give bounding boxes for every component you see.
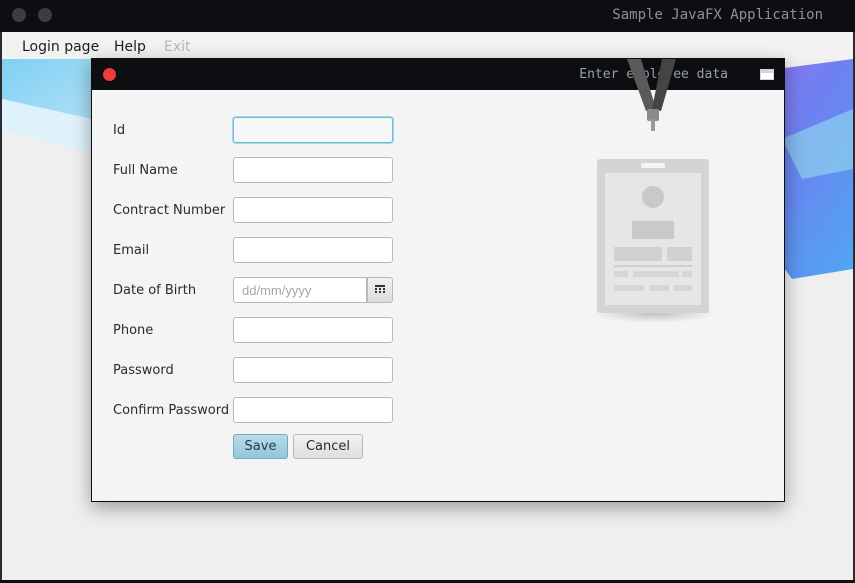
menu-login-page[interactable]: Login page — [22, 39, 99, 55]
label-confirm-password: Confirm Password — [113, 403, 230, 418]
window-close-icon[interactable] — [12, 8, 26, 22]
cancel-button[interactable]: Cancel — [293, 434, 363, 459]
label-date-of-birth: Date of Birth — [113, 283, 197, 298]
email-input[interactable] — [233, 237, 393, 263]
maximize-icon[interactable] — [760, 69, 774, 80]
date-of-birth-input[interactable] — [233, 277, 367, 303]
calendar-button[interactable] — [367, 277, 393, 303]
app-titlebar: Sample JavaFX Application — [0, 0, 855, 32]
label-full-name: Full Name — [113, 163, 178, 178]
window-left-edge — [0, 32, 2, 583]
menubar: Login page Help Exit — [2, 32, 853, 60]
label-id: Id — [113, 123, 126, 138]
full-name-input[interactable] — [233, 157, 393, 183]
phone-input[interactable] — [233, 317, 393, 343]
menu-help[interactable]: Help — [114, 39, 146, 55]
contract-number-input[interactable] — [233, 197, 393, 223]
window-minimize-icon[interactable] — [38, 8, 52, 22]
app-title: Sample JavaFX Application — [612, 7, 823, 23]
label-email: Email — [113, 243, 150, 258]
id-input[interactable] — [233, 117, 393, 143]
label-phone: Phone — [113, 323, 154, 338]
id-badge-icon — [592, 59, 716, 323]
calendar-icon — [375, 285, 385, 293]
label-contract-number: Contract Number — [113, 203, 226, 218]
employee-dialog: Enter employee data Id Full Name Contrac… — [91, 58, 785, 502]
confirm-password-input[interactable] — [233, 397, 393, 423]
menu-exit: Exit — [164, 39, 191, 55]
label-password: Password — [113, 363, 174, 378]
close-icon[interactable] — [103, 68, 116, 81]
save-button[interactable]: Save — [233, 434, 288, 459]
password-input[interactable] — [233, 357, 393, 383]
